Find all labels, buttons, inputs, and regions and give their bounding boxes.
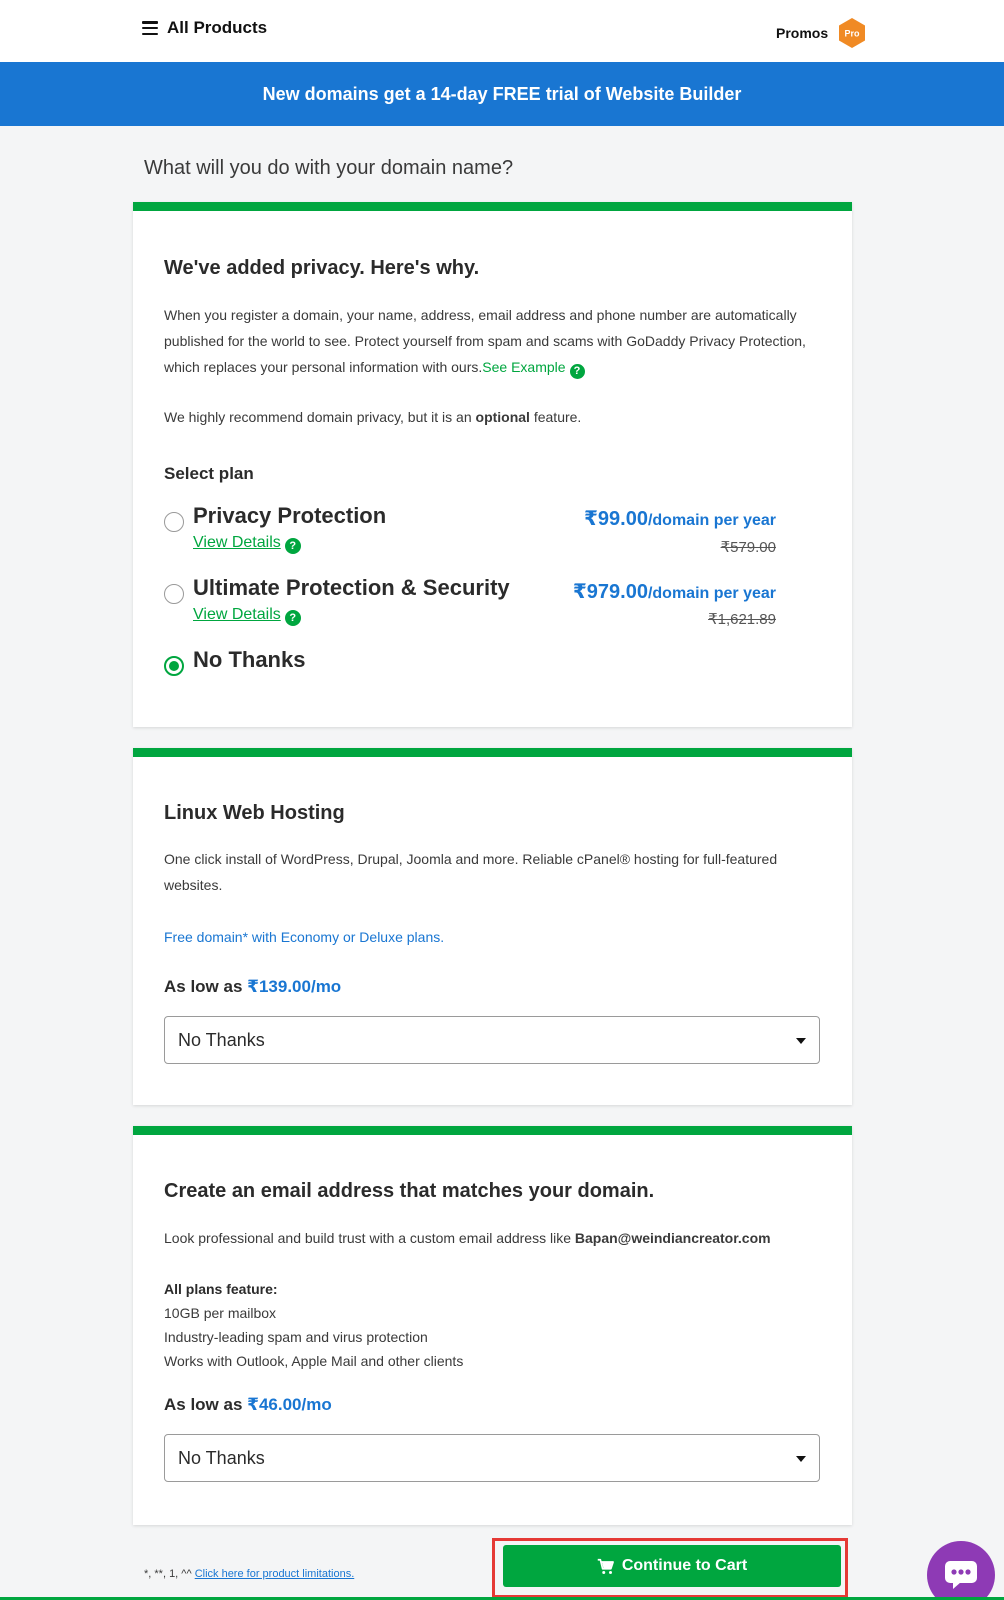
email-card-title: Create an email address that matches you… (164, 1180, 655, 1202)
view-details-link-privacy-protection[interactable]: View Details? (193, 534, 301, 554)
view-details-label: View Details (193, 534, 281, 551)
email-card: Create an email address that matches you… (133, 1126, 852, 1525)
page-question: What will you do with your domain name? (144, 157, 514, 179)
product-limitations-link[interactable]: Click here for product limitations. (195, 1568, 355, 1580)
view-details-label: View Details (193, 606, 281, 623)
plan-name-no-thanks: No Thanks (193, 647, 306, 672)
chat-button[interactable] (927, 1541, 995, 1600)
price-amount: ₹99.00 (583, 508, 648, 530)
recommend-optional: optional (475, 409, 530, 425)
question-circle-icon: ? (284, 610, 301, 626)
email-as-low-as: As low as ₹46.00/mo (164, 1395, 332, 1415)
continue-to-cart-label: Continue to Cart (621, 1557, 748, 1574)
price-privacy-protection: ₹99.00/domain per year (584, 506, 776, 531)
hosting-dropdown-value: No Thanks (178, 1030, 265, 1050)
hamburger-icon (142, 21, 158, 35)
see-example-link[interactable]: See Example? (482, 359, 585, 379)
promo-banner-text: New domains get a 14-day FREE trial of W… (262, 83, 742, 104)
promos-label: Promos (776, 25, 829, 41)
caret-down-icon (796, 1456, 806, 1462)
hexagon-pro-icon: Pro (837, 17, 867, 49)
free-domain-link[interactable]: Free domain* with Economy or Deluxe plan… (164, 929, 444, 945)
price-ultimate-protection: ₹979.00/domain per year (573, 579, 776, 604)
example-email: Bapan@weindiancreator.com (574, 1230, 771, 1246)
promos-button[interactable]: Promos Pro (776, 17, 867, 49)
price-period: /domain per year (647, 585, 776, 602)
recommend-prefix: We highly recommend domain privacy, but … (164, 409, 476, 425)
footnote: *, **, 1, ^^ Click here for product limi… (144, 1568, 354, 1580)
plan-name-ultimate-protection: Ultimate Protection & Security (193, 575, 510, 600)
top-navigation-bar: All Products Promos Pro (0, 0, 1004, 66)
hosting-description: One click install of WordPress, Drupal, … (164, 851, 778, 893)
promo-banner: New domains get a 14-day FREE trial of W… (0, 62, 1004, 126)
feature-item: Works with Outlook, Apple Mail and other… (164, 1353, 464, 1369)
footnote-marks: *, **, 1, ^^ (144, 1568, 195, 1580)
as-low-as-label: As low as (164, 1395, 248, 1414)
privacy-card: We've added privacy. Here's why. When yo… (133, 202, 852, 727)
radio-privacy-protection[interactable] (164, 512, 184, 532)
privacy-recommendation: We highly recommend domain privacy, but … (164, 404, 824, 430)
old-price-privacy-protection: ₹579.00 (720, 539, 776, 556)
email-description-text: Look professional and build trust with a… (164, 1230, 575, 1246)
price-amount: ₹979.00 (572, 581, 648, 603)
email-price: ₹46.00/mo (247, 1395, 332, 1414)
email-dropdown-value: No Thanks (178, 1448, 265, 1468)
all-products-menu-button[interactable]: All Products (142, 18, 267, 38)
email-plan-dropdown[interactable]: No Thanks (164, 1434, 820, 1482)
price-period: /domain per year (647, 512, 776, 529)
chat-bubble-icon (945, 1561, 977, 1589)
privacy-description: When you register a domain, your name, a… (164, 302, 824, 380)
all-products-label: All Products (167, 18, 268, 37)
hosting-card-title: Linux Web Hosting (164, 802, 345, 824)
hosting-plan-dropdown[interactable]: No Thanks (164, 1016, 820, 1064)
as-low-as-label: As low as (164, 977, 248, 996)
feature-item: Industry-leading spam and virus protecti… (164, 1329, 428, 1345)
privacy-card-title: We've added privacy. Here's why. (164, 257, 480, 279)
continue-to-cart-button[interactable]: Continue to Cart (503, 1545, 841, 1587)
select-plan-heading: Select plan (164, 464, 254, 483)
email-features: All plans feature: 10GB per mailbox Indu… (164, 1277, 463, 1373)
radio-ultimate-protection[interactable] (164, 584, 184, 604)
cart-icon (597, 1558, 614, 1574)
feature-item: 10GB per mailbox (164, 1305, 277, 1321)
recommend-suffix: feature. (529, 409, 582, 425)
radio-no-thanks[interactable] (164, 656, 184, 676)
pro-badge-text: Pro (845, 29, 861, 39)
old-price-ultimate-protection: ₹1,621.89 (708, 611, 776, 628)
caret-down-icon (796, 1038, 806, 1044)
features-heading: All plans feature: (164, 1281, 278, 1297)
question-circle-icon: ? (284, 538, 301, 554)
hosting-as-low-as: As low as ₹139.00/mo (164, 977, 341, 997)
view-details-link-ultimate-protection[interactable]: View Details? (193, 606, 301, 626)
question-circle-icon: ? (569, 363, 585, 379)
hosting-card: Linux Web Hosting One click install of W… (133, 748, 852, 1105)
hosting-price: ₹139.00/mo (247, 977, 342, 996)
plan-name-privacy-protection: Privacy Protection (193, 503, 387, 528)
see-example-label: See Example (482, 359, 566, 375)
email-description: Look professional and build trust with a… (164, 1225, 824, 1251)
